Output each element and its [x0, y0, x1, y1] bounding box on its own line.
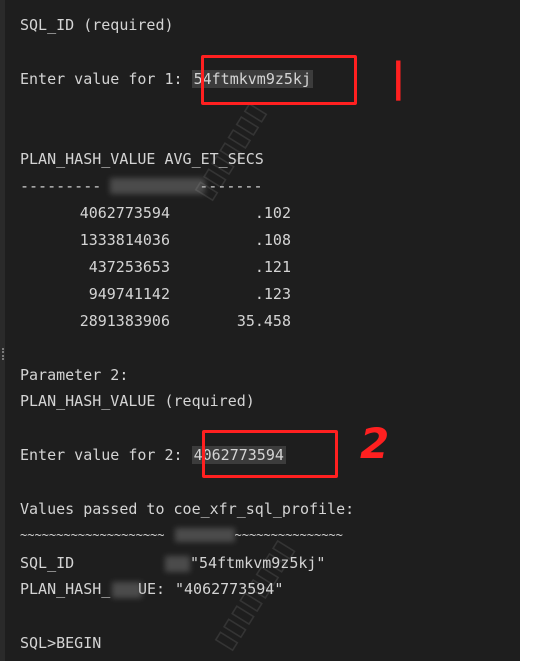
scrollbar-track[interactable] [0, 0, 5, 661]
redaction-blur [110, 178, 205, 194]
redaction-blur [112, 582, 142, 598]
table-cell-plan-hash-value: 1333814036 [79, 231, 170, 249]
separator-col1: --------- [20, 177, 102, 195]
table-cell-avg-et-secs: .123 [254, 285, 291, 303]
values-passed-heading: Values passed to coe_xfr_sql_profile: [20, 500, 355, 518]
annotation-mark-1: | [391, 55, 406, 101]
table-cell-avg-et-secs: 35.458 [236, 312, 291, 330]
annotation-box-2 [202, 430, 338, 478]
column-header-avg-et-secs: AVG_ET_SECS [164, 150, 264, 168]
plan-hash-value-value: "4062773594" [175, 580, 284, 598]
window-background [520, 0, 541, 661]
table-cell-plan-hash-value: 2891383906 [79, 312, 170, 330]
annotation-mark-2: 2 [360, 419, 390, 468]
column-header-plan-hash-value: PLAN_HASH_VALUE [20, 150, 156, 168]
sql-id-value: "54ftmkvm9z5kj" [190, 554, 326, 572]
plan-hash-value-label-left: PLAN_HASH_ [20, 580, 111, 598]
parameter-2-label: Parameter 2: [20, 366, 129, 384]
sql-prompt[interactable]: SQL>BEGIN [20, 630, 101, 656]
parameter-2-description: PLAN_HASH_VALUE (required) [20, 392, 255, 410]
table-header: PLAN_HASH_VALUE AVG_ET_SECS [20, 146, 264, 172]
resize-grip[interactable] [2, 348, 6, 360]
terminal-window[interactable]: ▯▯▯▯▯▯▯ ▯▯▯▯▯▯▯▯ SQL_ID (required) Enter… [0, 0, 520, 661]
sql-id-label: SQL_ID [20, 554, 75, 572]
plan-hash-value-label-right: UE: [138, 580, 166, 598]
table-cell-avg-et-secs: .108 [254, 231, 291, 249]
sql-id-required-label: SQL_ID (required) [20, 16, 174, 34]
enter-value-1-prompt: Enter value for 1: [20, 70, 183, 88]
redaction-blur [175, 528, 235, 542]
table-cell-plan-hash-value: 4062773594 [79, 204, 170, 222]
table-cell-avg-et-secs: .121 [254, 258, 291, 276]
table-cell-plan-hash-value: 437253653 [88, 258, 170, 276]
table-cell-avg-et-secs: .102 [254, 204, 291, 222]
separator-col2: ------- [199, 177, 263, 195]
table-cell-plan-hash-value: 949741142 [88, 285, 170, 303]
tilde-separator-right: ~~~~~~~~~~~~~~~ [234, 528, 343, 542]
enter-value-2-prompt: Enter value for 2: [20, 446, 183, 464]
annotation-box-1 [201, 55, 357, 105]
tilde-separator-left: ~~~~~~~~~~~~~~~~~~~~ [20, 528, 165, 542]
redaction-blur [165, 556, 190, 572]
